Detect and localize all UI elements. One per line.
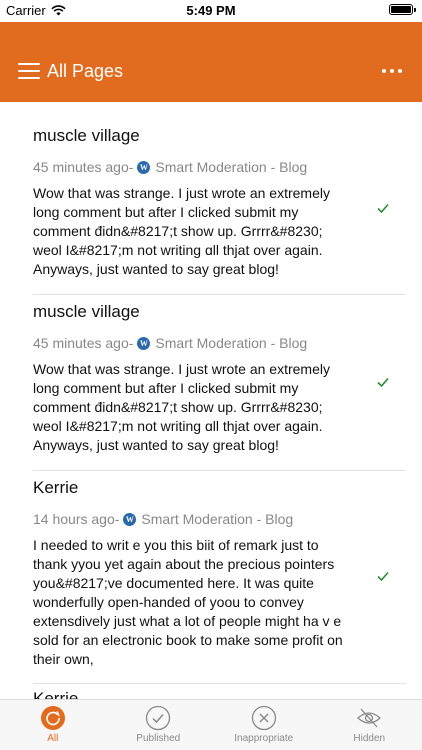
comment-item[interactable]: muscle village 45 minutes ago- W Smart M…	[33, 126, 406, 279]
eye-slash-icon	[357, 708, 382, 728]
battery-icon	[389, 4, 413, 15]
comment-body: Wow that was strange. I just wrote an ex…	[33, 361, 330, 453]
approved-check-icon	[377, 571, 389, 582]
comment-meta: 14 hours ago- W Smart Moderation - Blog	[33, 511, 406, 527]
tab-label: Published	[136, 733, 181, 744]
hamburger-menu-icon[interactable]	[18, 63, 40, 79]
tab-published[interactable]: Published	[106, 700, 212, 750]
approved-check-icon	[377, 377, 389, 388]
comment-item[interactable]: Kerrie	[33, 689, 406, 699]
comment-meta: 45 minutes ago- W Smart Moderation - Blo…	[33, 159, 406, 175]
tab-bar: All Published Inappropriate Hidden	[0, 699, 422, 750]
tab-hidden[interactable]: Hidden	[317, 700, 422, 750]
comment-body: I needed to writ e you this biit of rema…	[33, 537, 343, 667]
check-circle-icon	[146, 705, 171, 731]
comment-list: muscle village 45 minutes ago- W Smart M…	[0, 102, 422, 699]
comment-time: 45 minutes ago-	[33, 159, 134, 175]
tab-label: All	[47, 733, 59, 744]
status-time: 5:49 PM	[186, 3, 236, 18]
comment-item[interactable]: muscle village 45 minutes ago- W Smart M…	[33, 302, 406, 455]
wordpress-icon: W	[137, 160, 151, 174]
comment-author: Kerrie	[33, 478, 79, 497]
tab-all[interactable]: All	[0, 700, 106, 750]
approved-check-icon	[377, 203, 389, 214]
status-bar: Carrier 5:49 PM	[0, 0, 422, 22]
divider	[33, 470, 406, 471]
tab-label: Inappropriate	[234, 733, 294, 744]
divider	[33, 683, 406, 684]
refresh-icon	[40, 706, 65, 730]
wordpress-icon: W	[137, 336, 151, 350]
tab-inappropriate[interactable]: Inappropriate	[211, 700, 317, 750]
comment-author: Kerrie	[33, 689, 79, 699]
tab-label: Hidden	[353, 733, 386, 744]
divider	[33, 294, 406, 295]
more-options-icon[interactable]	[382, 69, 402, 73]
x-circle-icon	[251, 705, 276, 731]
app-bar: All Pages	[0, 22, 422, 102]
comment-author: muscle village	[33, 126, 140, 145]
comment-item[interactable]: Kerrie 14 hours ago- W Smart Moderation …	[33, 478, 406, 669]
comment-source: Smart Moderation - Blog	[141, 511, 294, 527]
comment-source: Smart Moderation - Blog	[155, 159, 308, 175]
comment-author: muscle village	[33, 302, 140, 321]
comment-body: Wow that was strange. I just wrote an ex…	[33, 185, 330, 277]
comment-meta: 45 minutes ago- W Smart Moderation - Blo…	[33, 335, 406, 351]
comment-source: Smart Moderation - Blog	[155, 335, 308, 351]
comment-time: 14 hours ago-	[33, 511, 120, 527]
page-title: All Pages	[47, 61, 124, 81]
wordpress-icon: W	[123, 512, 137, 526]
comment-time: 45 minutes ago-	[33, 335, 134, 351]
